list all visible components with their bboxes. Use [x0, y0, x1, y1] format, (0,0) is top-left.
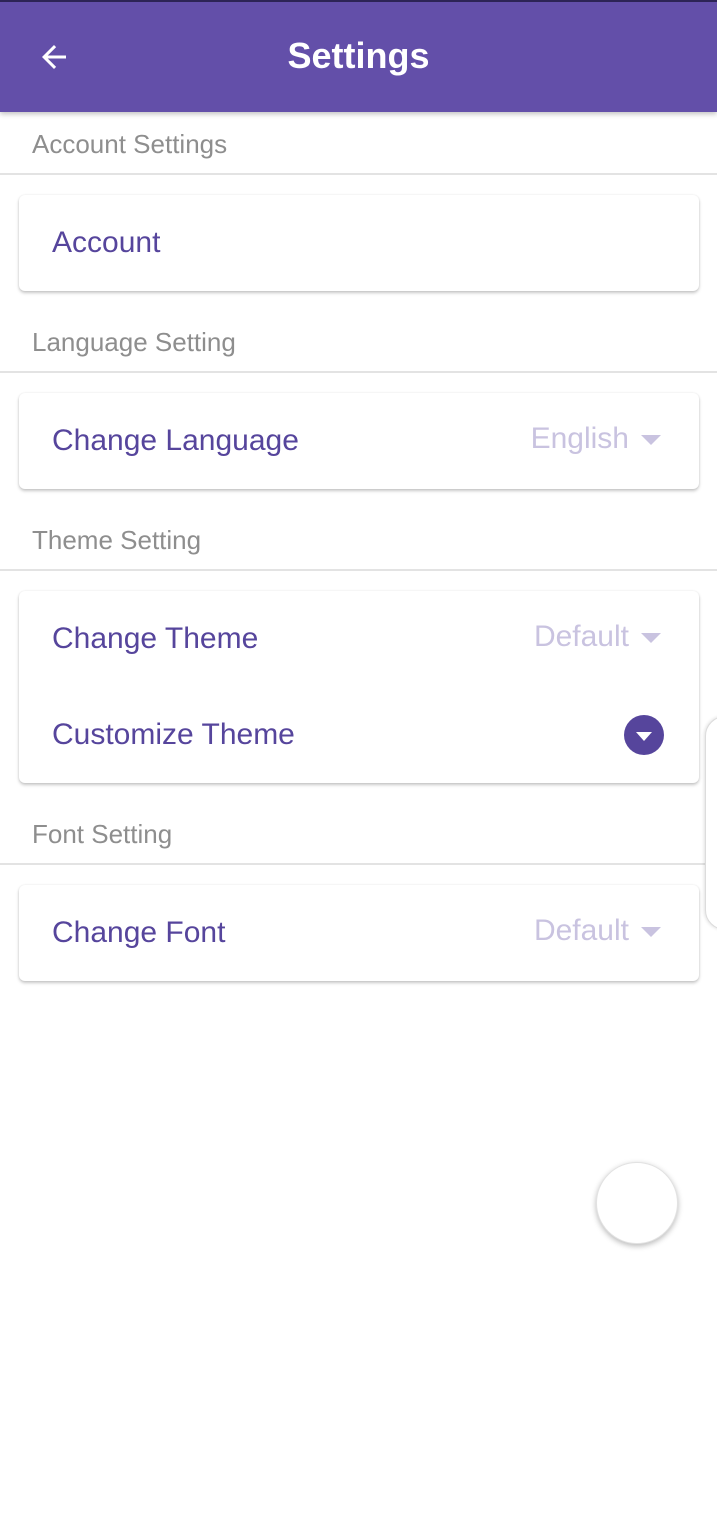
language-dropdown[interactable]: English	[531, 421, 661, 457]
change-language-label: Change Language	[52, 424, 299, 457]
app-bar: Settings	[0, 0, 717, 112]
account-card: Account	[19, 195, 699, 291]
language-card: Change Language English	[19, 393, 699, 489]
expand-more-icon	[636, 732, 652, 741]
font-dropdown-value: Default	[533, 914, 629, 947]
customize-theme-row[interactable]: Customize Theme	[19, 687, 699, 783]
theme-dropdown-value: Default	[533, 620, 629, 653]
status-line	[0, 0, 717, 2]
page-title: Settings	[287, 35, 430, 76]
divider	[0, 569, 717, 571]
change-font-row[interactable]: Change Font Default	[19, 885, 699, 981]
change-theme-row[interactable]: Change Theme Default	[19, 591, 699, 687]
dropdown-arrow-icon	[641, 435, 661, 445]
account-label: Account	[52, 226, 161, 259]
section-header-theme: Theme Setting	[32, 525, 202, 555]
font-dropdown[interactable]: Default	[534, 913, 661, 949]
language-dropdown-value: English	[530, 422, 629, 455]
theme-card: Change Theme Default Customize Theme	[19, 591, 699, 783]
theme-dropdown[interactable]: Default	[534, 619, 661, 655]
font-card: Change Font Default	[19, 885, 699, 981]
account-row[interactable]: Account	[19, 195, 699, 291]
section-header-font: Font Setting	[32, 819, 173, 849]
change-language-row[interactable]: Change Language English	[19, 393, 699, 489]
change-font-label: Change Font	[52, 916, 226, 949]
customize-theme-label: Customize Theme	[52, 718, 295, 751]
section-header-language: Language Setting	[32, 327, 236, 357]
section-header-account: Account Settings	[32, 129, 228, 159]
expand-more-button[interactable]	[624, 715, 664, 755]
change-theme-label: Change Theme	[52, 622, 259, 655]
dropdown-arrow-icon	[641, 927, 661, 937]
edge-panel-handle[interactable]	[705, 716, 717, 930]
floating-action-circle[interactable]	[596, 1162, 678, 1244]
divider	[0, 173, 717, 175]
divider	[0, 863, 717, 865]
divider	[0, 371, 717, 373]
dropdown-arrow-icon	[641, 633, 661, 643]
